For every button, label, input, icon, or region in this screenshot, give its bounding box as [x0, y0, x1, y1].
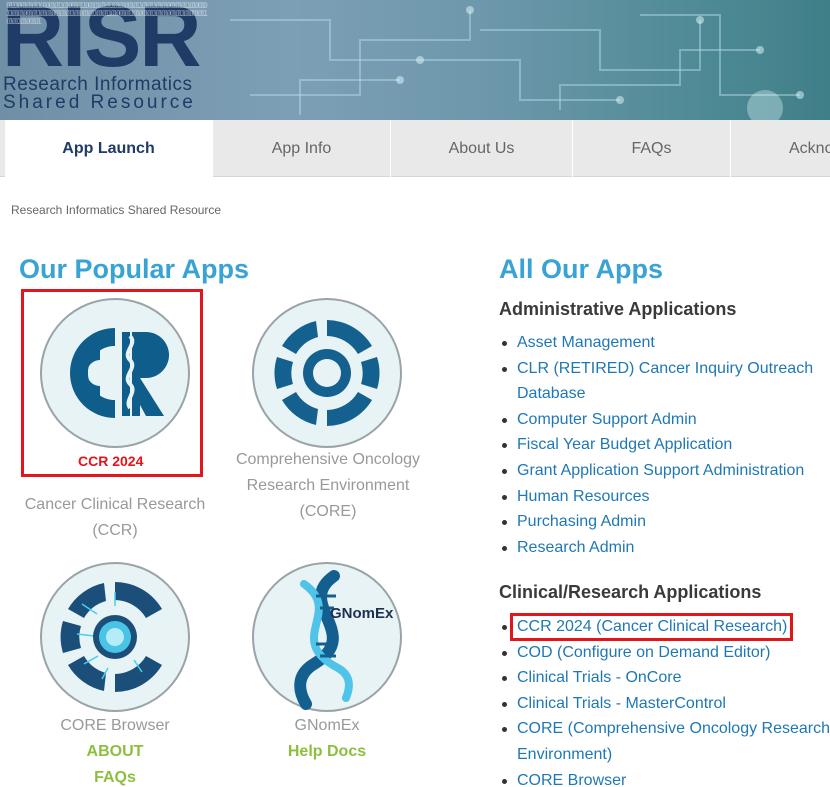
- gnomex-app-icon[interactable]: GNomEx: [252, 562, 402, 712]
- tab-app-launch[interactable]: App Launch: [5, 120, 213, 177]
- risr-logo[interactable]: RISR 01110010101101001011010010110010101…: [2, 0, 208, 80]
- tab-app-info[interactable]: App Info: [213, 120, 391, 177]
- list-item[interactable]: Human Resources: [499, 484, 830, 510]
- core-caption[interactable]: Comprehensive Oncology Research Environm…: [228, 447, 428, 525]
- list-item[interactable]: Research Admin: [499, 535, 830, 561]
- admin-apps-heading: Administrative Applications: [499, 299, 737, 319]
- ccr-2024-label[interactable]: CCR 2024: [78, 453, 143, 469]
- ccr-app-icon[interactable]: [40, 298, 190, 448]
- ccr-logo-icon: [70, 328, 169, 418]
- gnomex-logo-text: GNomEx: [330, 605, 394, 622]
- gnomex-caption[interactable]: GNomEx: [252, 713, 402, 739]
- list-item[interactable]: Fiscal Year Budget Application: [499, 432, 830, 458]
- core-browser-app-icon[interactable]: [40, 562, 190, 712]
- main-nav: App Launch App Info About Us FAQs Ackno: [0, 120, 830, 177]
- core-browser-about-link[interactable]: ABOUT: [40, 743, 190, 761]
- list-item[interactable]: CORE Browser: [499, 768, 830, 787]
- core-browser-caption[interactable]: CORE Browser: [40, 713, 190, 739]
- core-logo-icon: [274, 320, 380, 426]
- core-browser-faqs-link[interactable]: FAQs: [40, 769, 190, 787]
- tab-acknowledgements[interactable]: Ackno: [731, 120, 830, 177]
- list-item[interactable]: COD (Configure on Demand Editor): [499, 640, 830, 666]
- ccr-caption[interactable]: Cancer Clinical Research (CCR): [18, 492, 212, 544]
- gnomex-help-docs-link[interactable]: Help Docs: [252, 743, 402, 761]
- admin-apps-list: Asset Management CLR (RETIRED) Cancer In…: [499, 330, 830, 560]
- list-item[interactable]: CORE (Comprehensive Oncology Research En…: [499, 716, 830, 767]
- header-banner: RISR 01110010101101001011010010110010101…: [0, 0, 830, 120]
- list-item[interactable]: Purchasing Admin: [499, 509, 830, 535]
- list-item[interactable]: CLR (RETIRED) Cancer Inquiry Outreach Da…: [499, 356, 830, 407]
- clinical-apps-list: CCR 2024 (Cancer Clinical Research) COD …: [499, 614, 830, 787]
- tab-faqs[interactable]: FAQs: [573, 120, 731, 177]
- logo-tagline-2: Shared Resource: [3, 92, 196, 113]
- all-apps-heading: All Our Apps: [499, 254, 664, 284]
- tab-about-us[interactable]: About Us: [391, 120, 573, 177]
- list-item[interactable]: Grant Application Support Administration: [499, 458, 830, 484]
- core-browser-logo-icon: [60, 582, 162, 692]
- list-item[interactable]: CCR 2024 (Cancer Clinical Research): [499, 614, 830, 640]
- popular-apps-heading: Our Popular Apps: [19, 254, 250, 284]
- list-item[interactable]: Clinical Trials - OnCore: [499, 665, 830, 691]
- list-item[interactable]: Clinical Trials - MasterControl: [499, 691, 830, 717]
- core-app-icon[interactable]: [252, 298, 402, 448]
- list-item[interactable]: Computer Support Admin: [499, 407, 830, 433]
- binary-pattern: 0111001010110100101101001011001010101101…: [6, 1, 208, 26]
- gnomex-dna-icon: GNomEx: [294, 570, 394, 710]
- list-item[interactable]: Asset Management: [499, 330, 830, 356]
- clinical-apps-heading: Clinical/Research Applications: [499, 582, 762, 602]
- breadcrumb[interactable]: Research Informatics Shared Resource: [11, 203, 221, 217]
- core-list-text: CORE (Comprehensive Oncology Research En…: [517, 720, 830, 763]
